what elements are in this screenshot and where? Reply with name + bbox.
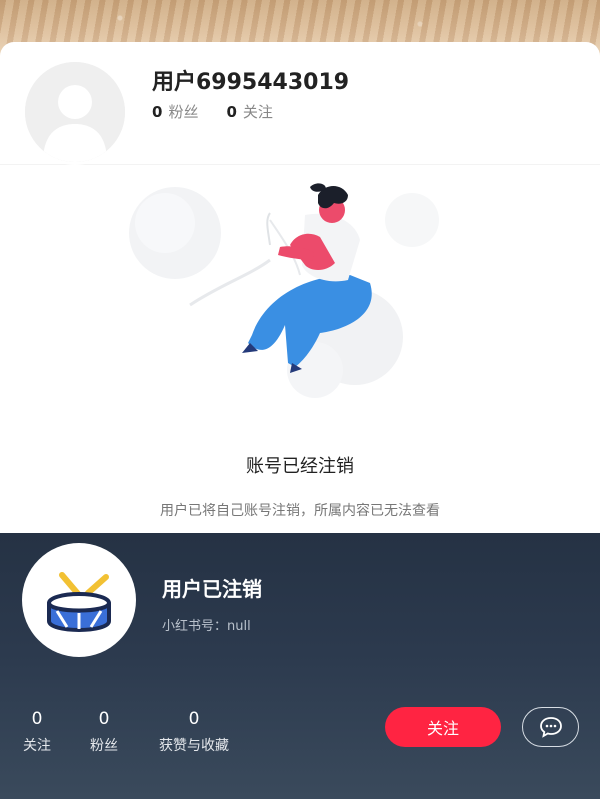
chat-bubble-icon [539, 717, 562, 738]
bottom-profile-panel: 用户已注销 小红书号：null 0 关注 0 粉丝 0 获赞与收藏 关注 [0, 533, 600, 799]
default-avatar-icon[interactable] [22, 59, 128, 165]
drum-avatar-icon[interactable] [22, 543, 136, 657]
redbook-id: 小红书号：null [162, 619, 251, 634]
deleted-description: 用户已将自己账号注销，所属内容已无法查看 [160, 503, 440, 519]
username: 用户6995443019 [152, 70, 350, 95]
deleted-title: 账号已经注销 [246, 456, 354, 477]
following-stat[interactable]: 0 关注 [226, 101, 272, 122]
deleted-username: 用户已注销 [162, 577, 262, 601]
profile-card [0, 42, 600, 165]
fans-stat[interactable]: 0 粉丝 [152, 101, 198, 122]
top-profile-panel: 用户6995443019 0 粉丝 0 关注 账号已经注销 用户已将自己账号注销，所… [0, 0, 600, 533]
profile-stats: 0 粉丝 0 关注 [152, 101, 273, 122]
follow-button[interactable]: 关注 [385, 707, 501, 747]
following-count-stat[interactable]: 0 关注 [20, 709, 54, 755]
likes-and-collections-stat[interactable]: 0 获赞与收藏 [150, 709, 238, 755]
chat-button[interactable] [522, 707, 579, 747]
fans-count-stat[interactable]: 0 粉丝 [86, 709, 122, 755]
account-deleted-illustration [129, 183, 439, 398]
divider [0, 164, 600, 165]
